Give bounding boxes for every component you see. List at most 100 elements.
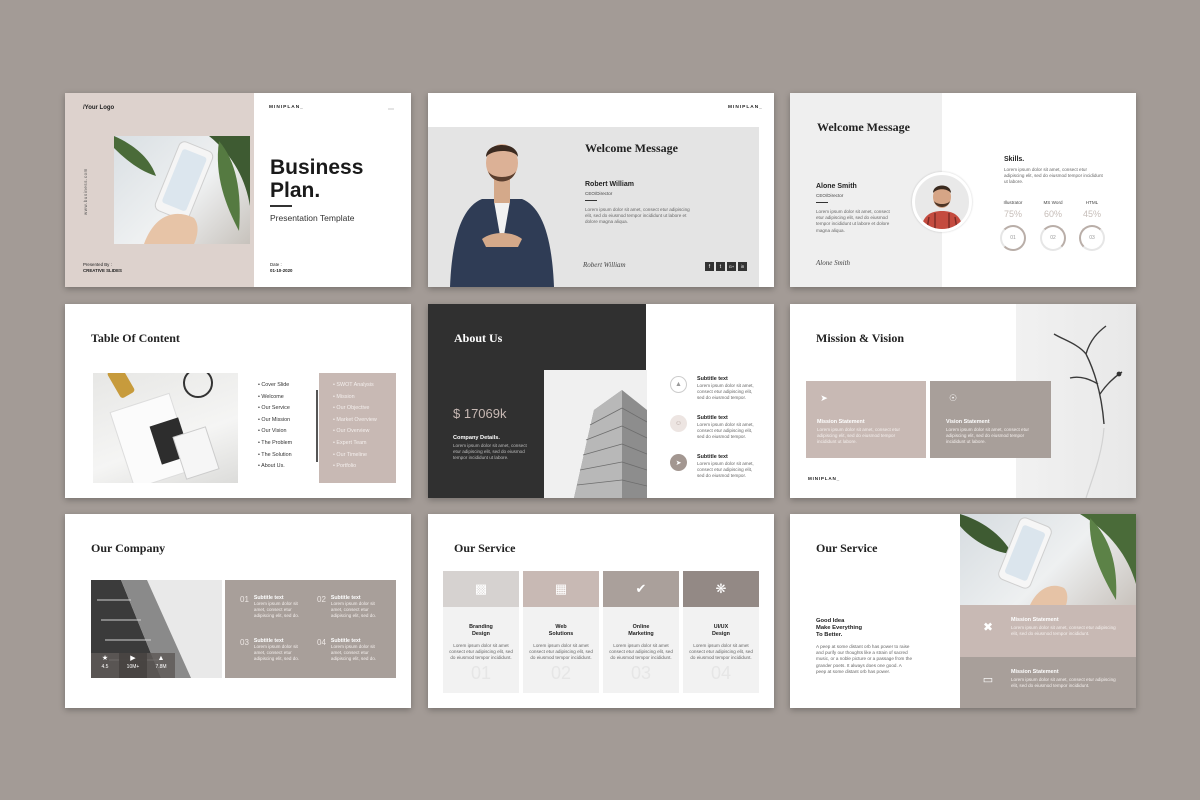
list-item[interactable]: • Our Objective: [333, 405, 377, 417]
skill-ring: 02: [1040, 225, 1066, 251]
service-column-4[interactable]: ❋ UI/UX Design Lorem ipsum dolor sit amet…: [683, 571, 759, 693]
stat-value: 4.5: [101, 664, 109, 670]
slide-our-service-cards[interactable]: Our Service Good Idea Make Everything To…: [790, 514, 1136, 708]
list-item[interactable]: • Our Service: [258, 405, 292, 417]
list-item[interactable]: • The Solution: [258, 452, 292, 464]
slide-mission-vision[interactable]: Mission & Vision ➤ Mission Statement Lor…: [790, 304, 1136, 498]
cover-subtitle: Presentation Template: [270, 213, 355, 223]
card-body: Lorem ipsum dolor sit amet, consect etur…: [1011, 625, 1116, 637]
toc-item-label: Our Overview: [336, 428, 370, 435]
presented-by: Presented By : CREATIVE SLIDES: [83, 262, 122, 274]
service-body: Lorem ipsum dolor sit amet consect etur …: [609, 642, 673, 660]
slide-business-plan[interactable]: /Your Logo MINIPLAN_ ⋯ www.business.com …: [65, 93, 411, 287]
about-item-3: Subtitle text Lorem ipsum dolor sit amet…: [697, 454, 759, 480]
service-number: 04: [710, 663, 732, 684]
item-body: Lorem ipsum dolor sit amet, consect etur…: [697, 422, 754, 440]
person-role: CEO/Director: [816, 193, 844, 198]
twitter-icon[interactable]: t: [716, 262, 725, 271]
stat-rating: ★ 4.5: [91, 653, 119, 678]
item-number: 01: [240, 595, 249, 604]
service-column-2[interactable]: ▦ Web Solutions Lorem ipsum dolor sit ame…: [523, 571, 599, 693]
service-column-1[interactable]: ▩ Branding Design Lorem ipsum dolor sit a…: [443, 571, 519, 693]
toc-item-label: Expert Team: [336, 439, 367, 446]
company-item-2: 02 Subtitle text Lorem ipsum dolor sit am…: [317, 595, 387, 620]
toc-divider: [316, 390, 318, 462]
service-title: Our Service: [454, 541, 516, 555]
service-header: ▩: [443, 571, 519, 607]
list-item[interactable]: • The Problem: [258, 440, 292, 452]
check-icon: ✔: [635, 581, 647, 596]
service-name: Branding Design: [469, 624, 493, 637]
skill-name: HTML: [1085, 200, 1099, 205]
menu-dots-icon[interactable]: ⋯: [388, 106, 394, 113]
item-title: Subtitle text: [697, 415, 728, 421]
skills-body: Lorem ipsum dolor sit amet, consect etur…: [1004, 167, 1103, 185]
toc-item-label: Mission: [336, 393, 355, 400]
date-value: 01-10-2020: [270, 268, 293, 273]
company-title: Our Company: [91, 541, 166, 555]
brand-label: MINIPLAN_: [728, 105, 763, 110]
item-number: 03: [240, 638, 249, 647]
card-title: Vision Statement: [946, 419, 990, 425]
service-title: Our Service: [816, 541, 878, 555]
service-name: UI/UX Design: [712, 624, 730, 637]
service-card-2: ▭ Mission Statement Lorem ipsum dolor si…: [960, 657, 1136, 708]
toc-left-list: • Cover Slide • Welcome • Our Service • …: [258, 382, 292, 475]
logo: /Your Logo: [83, 105, 115, 111]
building-photo: [544, 370, 647, 498]
list-item[interactable]: • Our Mission: [258, 417, 292, 429]
card-title: Mission Statement: [817, 419, 865, 425]
list-item[interactable]: • Our Timeline: [333, 452, 377, 464]
item-body: Lorem ipsum dolor sit amet, consect etur…: [253, 601, 300, 619]
rocket-icon: ➤: [820, 392, 828, 403]
service-header: ❋: [683, 571, 759, 607]
toc-item-label: Cover Slide: [261, 382, 290, 388]
slide-welcome-alone[interactable]: Welcome Message Alone Smith CEO/Director…: [790, 93, 1136, 287]
signature: Alone Smith: [816, 259, 851, 267]
list-item[interactable]: • Cover Slide: [258, 382, 292, 394]
service-column-3[interactable]: ✔ Online Marketing Lorem ipsum dolor sit …: [603, 571, 679, 693]
avatar: [912, 172, 972, 232]
list-item[interactable]: • Our Vision: [258, 428, 292, 440]
list-item[interactable]: • Market Overview: [333, 417, 377, 429]
star-icon: ★: [101, 655, 109, 662]
toc-item-label: Welcome: [261, 393, 284, 400]
welcome-title: Welcome Message: [585, 141, 678, 155]
toc-item-label: The Solution: [261, 451, 292, 458]
list-item[interactable]: • Expert Team: [333, 440, 377, 452]
linkedin-icon[interactable]: in: [738, 262, 747, 271]
slide-our-service-columns[interactable]: Our Service ▩ Branding Design Lorem ipsum…: [428, 514, 774, 708]
list-item[interactable]: • About Us.: [258, 463, 292, 475]
list-item[interactable]: • Welcome: [258, 394, 292, 406]
list-item[interactable]: • Our Overview: [333, 428, 377, 440]
toc-item-label: SWOT Analysis: [336, 382, 374, 388]
item-number: 02: [317, 595, 326, 604]
stat-views: ▶ 10M+: [119, 653, 147, 678]
slide-table-of-content[interactable]: Table Of Content • Cover Slide • Welcome…: [65, 304, 411, 498]
toc-title: Table Of Content: [91, 331, 180, 345]
service-header: ▦: [523, 571, 599, 607]
toc-item-label: Market Overview: [336, 416, 377, 423]
title-line-2: Plan.: [270, 179, 321, 202]
item-body: Lorem ipsum dolor sit amet, consect etur…: [253, 644, 300, 662]
toc-item-label: Our Timeline: [336, 451, 367, 458]
google-plus-icon[interactable]: G+: [727, 262, 736, 271]
toc-item-label: Our Vision: [261, 428, 287, 435]
slide-our-company[interactable]: Our Company ★ 4.5 ▶ 10M+ ▲ 7.8M 01 Subti…: [65, 514, 411, 708]
slide-welcome-robert[interactable]: MINIPLAN_ Welcome Message Robert William…: [428, 93, 774, 287]
list-item[interactable]: • Portfolio: [333, 463, 377, 475]
slide-about-us[interactable]: About Us $ 17069k Company Details. Lorem…: [428, 304, 774, 498]
service-body: A peep at some distant orb has power to …: [816, 644, 913, 674]
cover-date: Date : 01-10-2020: [270, 262, 292, 274]
list-item[interactable]: • SWOT Analysis: [333, 382, 377, 394]
company-details-title: Company Details.: [453, 435, 500, 441]
facebook-icon[interactable]: f: [705, 262, 714, 271]
skill-name: Illustrator: [1003, 200, 1023, 205]
item-body: Lorem ipsum dolor sit amet, consect etur…: [697, 461, 754, 479]
bulb-icon: ❋: [715, 581, 727, 596]
headline-line-2: Make Everything: [816, 625, 863, 631]
brand-label: MINIPLAN_: [269, 105, 304, 110]
toc-item-label: Our Mission: [261, 416, 291, 423]
list-item[interactable]: • Mission: [333, 394, 377, 406]
toc-right-list: • SWOT Analysis • Mission • Our Objectiv…: [333, 382, 377, 475]
